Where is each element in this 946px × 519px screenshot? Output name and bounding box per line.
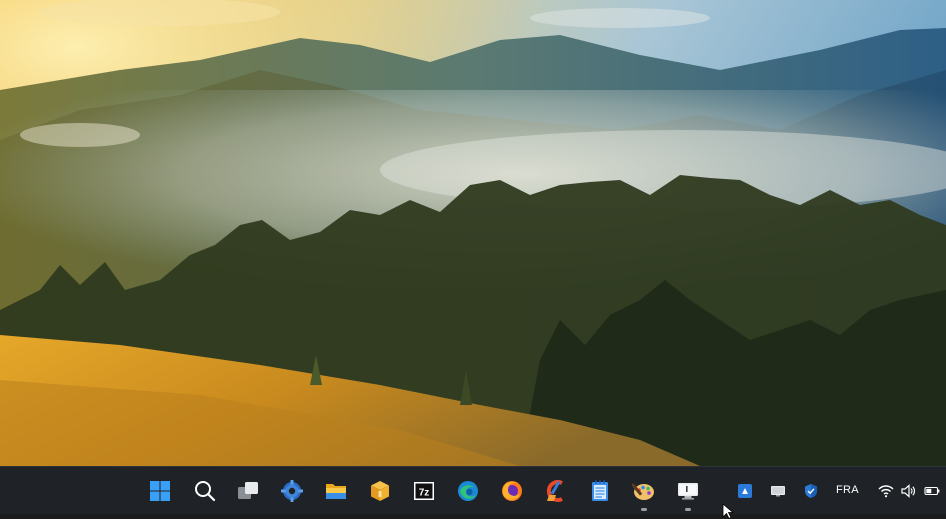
wifi-icon [878, 485, 894, 498]
settings-app[interactable] [275, 474, 309, 508]
taskbar: 7z FRA [0, 466, 946, 514]
box-icon [371, 481, 389, 501]
wifi-icon[interactable] [876, 481, 896, 501]
running-indicator [641, 508, 647, 511]
gear-icon [281, 480, 303, 502]
start-button[interactable] [143, 474, 177, 508]
app-tray-icon [738, 484, 752, 498]
task-view-button[interactable] [231, 474, 265, 508]
running-indicator [685, 508, 691, 511]
paint-app[interactable] [627, 474, 661, 511]
shield-icon [805, 484, 817, 498]
firefox-app[interactable] [495, 474, 529, 508]
monitor-icon [678, 483, 698, 500]
edge-icon [458, 481, 478, 501]
notepad-app[interactable] [583, 474, 617, 508]
notepad-icon [592, 480, 608, 501]
package-app[interactable] [363, 474, 397, 508]
firefox-icon [502, 481, 522, 501]
search-button[interactable] [188, 474, 222, 508]
search-icon [195, 481, 216, 502]
desktop-wallpaper [0, 0, 946, 466]
app-tray-icon[interactable] [735, 481, 755, 501]
speaker-icon[interactable] [898, 481, 918, 501]
display-tray-icon[interactable] [768, 481, 788, 501]
remote-desktop-app[interactable] [671, 474, 705, 511]
sevenzip-app[interactable]: 7z [407, 474, 441, 508]
defender-shield-icon[interactable] [801, 481, 821, 501]
folder-icon [326, 484, 346, 499]
wallpaper-image [0, 0, 946, 466]
palette-icon [632, 482, 654, 500]
battery-icon[interactable] [922, 481, 942, 501]
ccleaner-icon [546, 480, 563, 502]
display-tray-icon [771, 486, 785, 497]
ccleaner-app[interactable] [539, 474, 573, 508]
speaker-icon [901, 484, 916, 498]
windows-logo-icon [150, 481, 170, 501]
language-indicator[interactable]: FRA [836, 484, 859, 496]
7z-icon: 7z [414, 482, 434, 500]
battery-icon [924, 486, 940, 496]
7z-label: 7z [419, 488, 430, 499]
task-view-icon [238, 482, 258, 499]
edge-app[interactable] [451, 474, 485, 508]
mouse-cursor-icon [722, 503, 734, 519]
file-explorer-app[interactable] [319, 474, 353, 508]
